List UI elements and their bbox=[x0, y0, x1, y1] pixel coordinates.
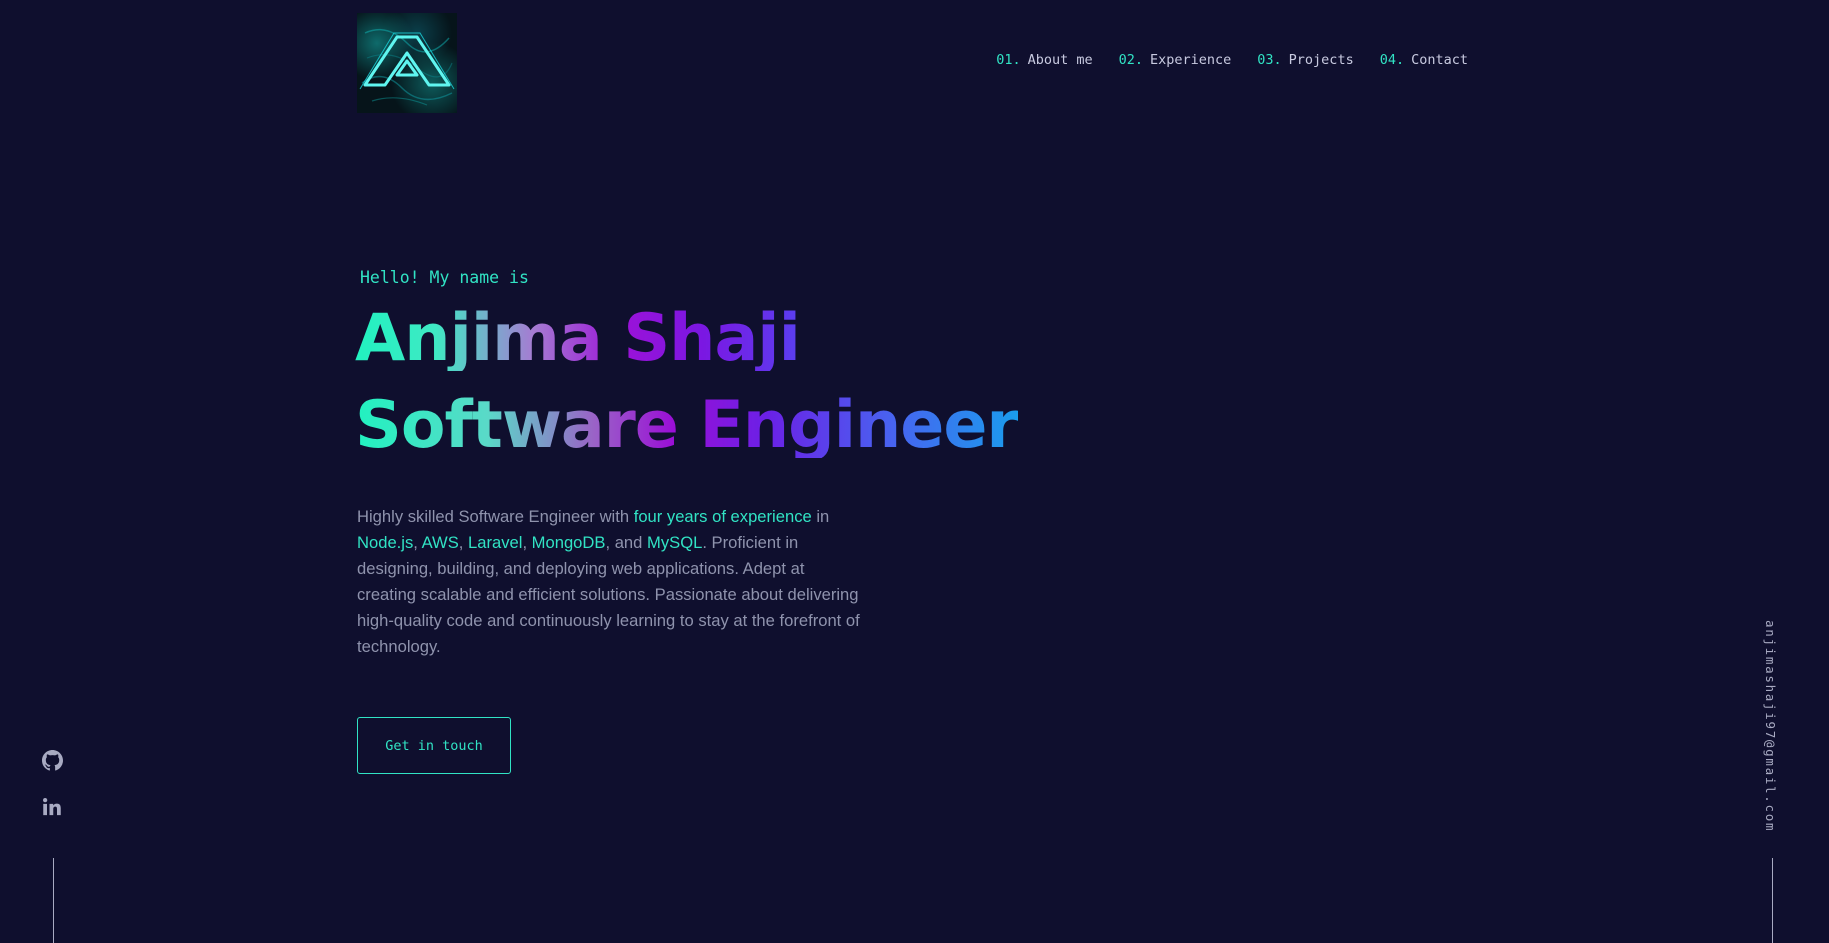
nav-number: 01. bbox=[996, 52, 1021, 68]
bio-text: , and bbox=[605, 533, 647, 552]
bio-highlight: AWS bbox=[421, 533, 459, 552]
linkedin-icon bbox=[43, 798, 61, 816]
right-vertical-line bbox=[1772, 858, 1773, 943]
github-link[interactable] bbox=[42, 750, 63, 776]
bio-text: , bbox=[458, 533, 468, 552]
email-link[interactable]: anjimashaji97@gmail.com bbox=[1763, 620, 1778, 832]
get-in-touch-button[interactable]: Get in touch bbox=[357, 717, 511, 774]
nav-number: 03. bbox=[1257, 52, 1282, 68]
hero-bio: Highly skilled Software Engineer with fo… bbox=[357, 504, 867, 660]
nav-projects[interactable]: 03. Projects bbox=[1257, 52, 1353, 68]
bio-highlight: Laravel bbox=[468, 533, 523, 552]
nav-contact[interactable]: 04. Contact bbox=[1380, 52, 1468, 68]
nav-number: 04. bbox=[1379, 52, 1405, 68]
hero-role: Software Engineer bbox=[355, 388, 1018, 463]
bio-highlight: four years of experience bbox=[633, 507, 812, 526]
nav-label: Contact bbox=[1411, 52, 1468, 68]
github-icon bbox=[42, 750, 63, 771]
linkedin-link[interactable] bbox=[42, 797, 62, 822]
nav-experience[interactable]: 02. Experience bbox=[1119, 52, 1232, 68]
nav-label: Experience bbox=[1150, 52, 1232, 68]
site-logo[interactable] bbox=[357, 13, 457, 113]
nav-about-me[interactable]: 01. About me bbox=[996, 52, 1092, 68]
stylized-a-logo-icon bbox=[359, 28, 455, 106]
left-vertical-line bbox=[53, 858, 54, 943]
bio-text: , bbox=[413, 533, 422, 552]
bio-highlight: MongoDB bbox=[531, 533, 606, 552]
hero-name: Anjima Shaji bbox=[355, 301, 801, 376]
nav-label: About me bbox=[1027, 52, 1093, 68]
hero-greeting: Hello! My name is bbox=[360, 268, 529, 287]
nav-number: 02. bbox=[1118, 52, 1143, 68]
nav-label: Projects bbox=[1288, 52, 1354, 68]
bio-text: Highly skilled Software Engineer with bbox=[357, 507, 634, 526]
bio-text: in bbox=[811, 507, 830, 526]
main-nav: 01. About me 02. Experience 03. Projects 04… bbox=[996, 52, 1468, 68]
bio-text: , bbox=[522, 533, 532, 552]
bio-highlight: MySQL bbox=[647, 533, 703, 552]
bio-highlight: Node.js bbox=[357, 533, 414, 552]
